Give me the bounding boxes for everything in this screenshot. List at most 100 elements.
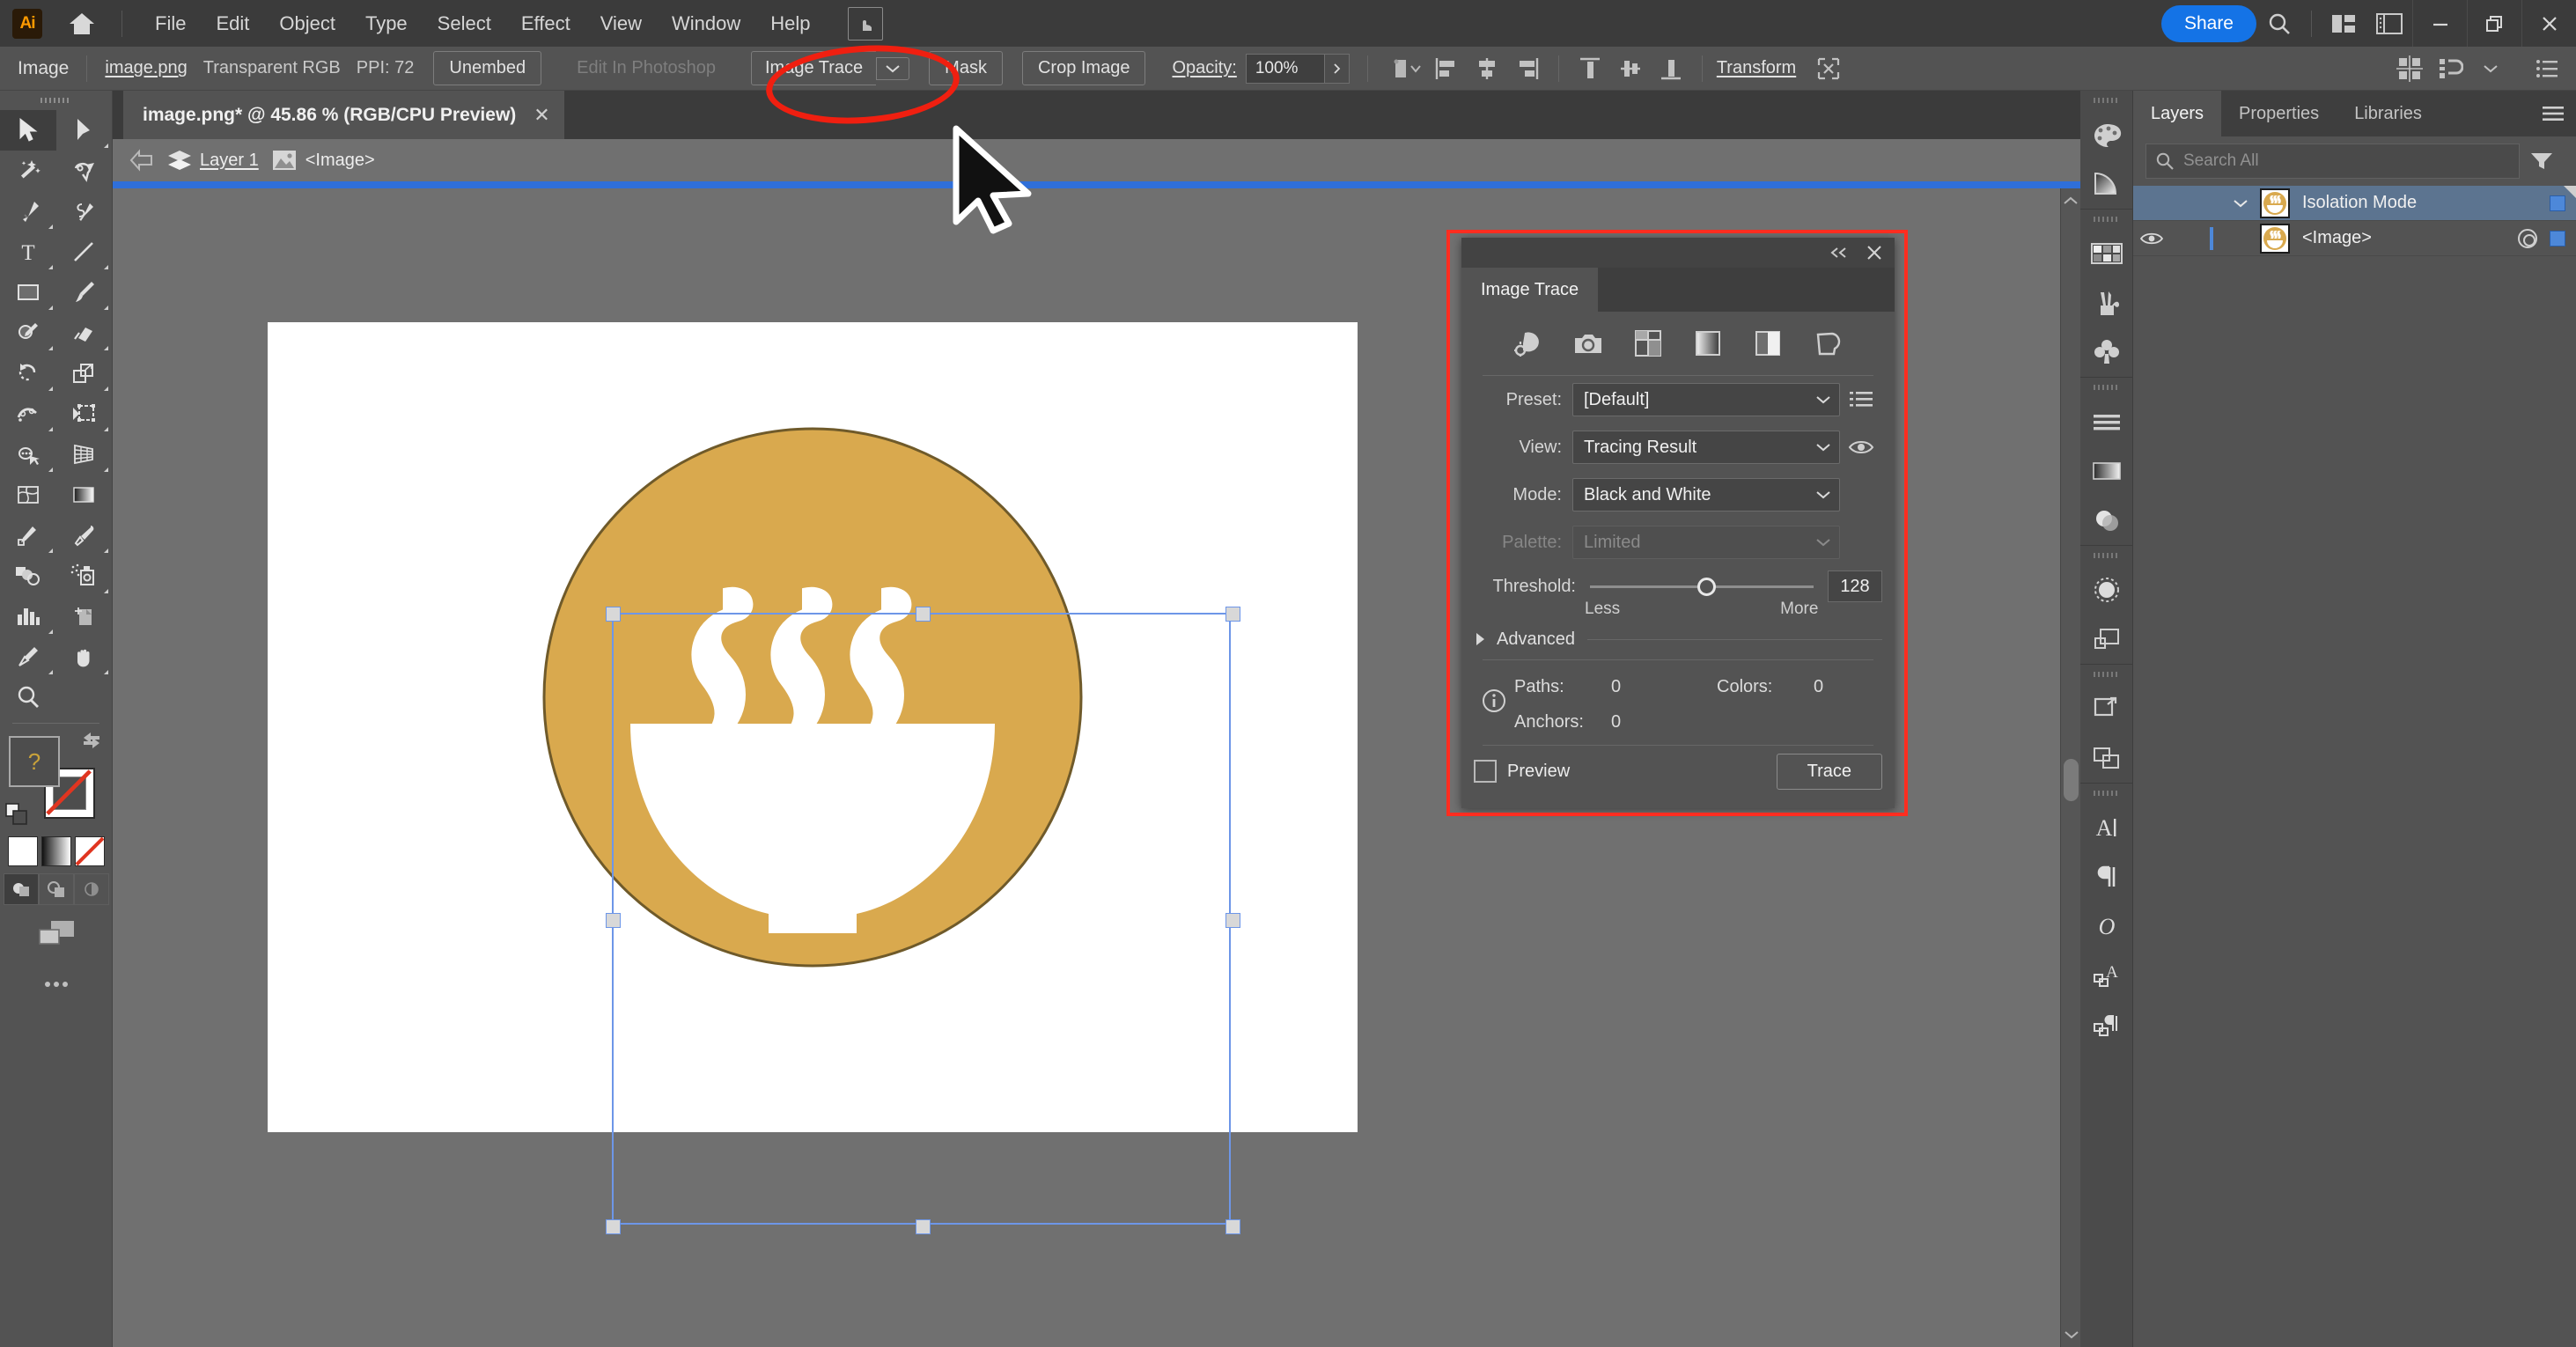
chevron-down-icon[interactable] (876, 56, 910, 80)
share-button[interactable]: Share (2160, 4, 2256, 42)
draw-behind-mode-icon[interactable] (38, 873, 74, 905)
blend-tool[interactable] (0, 515, 56, 556)
menu-select[interactable]: Select (423, 0, 506, 47)
color-swatch-button[interactable] (7, 836, 38, 866)
chevron-down-icon[interactable] (2221, 199, 2260, 208)
align-center-vertical-icon[interactable] (1610, 51, 1651, 86)
align-center-horizontal-icon[interactable] (1467, 51, 1507, 86)
search-input[interactable]: Search All (2145, 144, 2520, 179)
change-screen-mode-icon[interactable] (0, 917, 112, 949)
edit-toolbar-dots-icon[interactable] (0, 979, 112, 990)
color-guide-icon[interactable] (2080, 159, 2132, 209)
paragraph-styles-panel-icon[interactable] (2080, 1000, 2132, 1049)
menu-object[interactable]: Object (264, 0, 350, 47)
align-top-icon[interactable] (1570, 51, 1610, 86)
menu-edit[interactable]: Edit (201, 0, 264, 47)
rotate-tool[interactable] (0, 353, 56, 394)
close-icon[interactable] (2521, 0, 2576, 47)
align-right-icon[interactable] (1507, 51, 1548, 86)
layer-row-isolation-mode[interactable]: Isolation Mode (2133, 186, 2576, 221)
eraser-tool[interactable] (56, 313, 113, 353)
glyphs-panel-icon[interactable]: O (2080, 902, 2132, 951)
touch-workspace-icon[interactable] (848, 6, 884, 40)
filter-icon[interactable] (2520, 151, 2564, 171)
type-tool[interactable]: T (0, 232, 56, 272)
artboard-tool[interactable] (56, 596, 113, 637)
file-name-link[interactable]: image.png (105, 58, 187, 78)
snap-to-glyph-icon[interactable] (2430, 51, 2470, 86)
swatches-panel-icon[interactable] (2080, 229, 2132, 278)
align-bottom-icon[interactable] (1651, 51, 1691, 86)
fill-swatch[interactable]: ? (9, 736, 60, 787)
column-graph-tool[interactable] (0, 596, 56, 637)
selection-handle-bottom-center[interactable] (916, 1219, 931, 1234)
graphic-styles-panel-icon[interactable] (2080, 615, 2132, 664)
swap-fill-stroke-icon[interactable] (78, 729, 105, 754)
panel-grip-icon[interactable] (0, 91, 112, 110)
selection-handle-top-center[interactable] (916, 607, 931, 622)
target-indicator-icon[interactable] (2518, 228, 2537, 248)
panel-menu-icon[interactable] (2530, 91, 2576, 136)
chevron-down-icon[interactable] (2470, 51, 2511, 86)
dock-grip-icon[interactable] (2080, 91, 2132, 110)
tab-libraries[interactable]: Libraries (2337, 91, 2440, 136)
draw-normal-mode-icon[interactable] (3, 873, 39, 905)
menu-help[interactable]: Help (755, 0, 825, 47)
scroll-down-arrow-icon[interactable] (2061, 1322, 2081, 1347)
paintbrush-tool[interactable] (56, 272, 113, 313)
home-icon[interactable] (65, 7, 99, 40)
width-tool[interactable] (0, 394, 56, 434)
menu-view[interactable]: View (585, 0, 657, 47)
gradient-swatch-button[interactable] (40, 836, 71, 866)
chevron-right-icon[interactable] (1324, 53, 1350, 84)
selection-bounding-box[interactable] (606, 607, 1240, 1234)
more-options-icon[interactable] (2527, 51, 2567, 86)
arrange-documents-icon[interactable] (2321, 0, 2366, 47)
free-transform-tool[interactable] (56, 394, 113, 434)
menu-file[interactable]: File (140, 0, 201, 47)
exit-isolation-arrow-icon[interactable] (129, 149, 155, 172)
mask-button[interactable]: Mask (929, 51, 1003, 85)
canvas-vertical-scrollbar[interactable] (2060, 188, 2080, 1347)
selection-handle-top-right[interactable] (1225, 607, 1240, 622)
pathfinder-panel-icon[interactable] (2080, 733, 2132, 783)
dock-grip-icon[interactable] (2080, 546, 2132, 565)
lasso-tool[interactable] (56, 151, 113, 191)
recolor-artwork-icon[interactable] (1386, 51, 1426, 86)
symbols-panel-icon[interactable] (2080, 328, 2132, 377)
artboards-icon[interactable] (2389, 51, 2430, 86)
transform-panel-icon[interactable] (2080, 684, 2132, 733)
character-styles-panel-icon[interactable]: A (2080, 951, 2132, 1000)
shaper-tool[interactable] (0, 313, 56, 353)
image-trace-button[interactable]: Image Trace (751, 51, 877, 85)
shape-builder-tool[interactable] (0, 434, 56, 475)
selection-handle-bottom-left[interactable] (606, 1219, 621, 1234)
selection-handle-bottom-right[interactable] (1225, 1219, 1240, 1234)
breadcrumb-layer[interactable]: Layer 1 (167, 149, 259, 172)
scroll-up-arrow-icon[interactable] (2061, 188, 2080, 213)
hand-tool[interactable] (56, 637, 113, 677)
eyedropper-tool[interactable] (56, 515, 113, 556)
perspective-grid-tool[interactable] (56, 434, 113, 475)
menu-type[interactable]: Type (350, 0, 423, 47)
direct-selection-tool[interactable] (56, 110, 113, 151)
tab-layers[interactable]: Layers (2133, 91, 2222, 136)
search-icon[interactable] (2256, 0, 2302, 47)
rectangle-tool[interactable] (0, 272, 56, 313)
unembed-button[interactable]: Unembed (433, 51, 542, 85)
dock-grip-icon[interactable] (2080, 784, 2132, 803)
scrollbar-thumb[interactable] (2064, 759, 2079, 801)
mesh-tool[interactable] (0, 475, 56, 515)
selection-handle-top-left[interactable] (606, 607, 621, 622)
magic-wand-tool[interactable] (0, 151, 56, 191)
color-panel-icon[interactable] (2080, 110, 2132, 159)
opacity-input[interactable]: 100% (1245, 53, 1325, 84)
align-left-icon[interactable] (1426, 51, 1467, 86)
none-swatch-button[interactable] (74, 836, 105, 866)
draw-inside-mode-icon[interactable] (73, 873, 109, 905)
dock-grip-icon[interactable] (2080, 665, 2132, 684)
restore-icon[interactable] (2467, 0, 2521, 47)
curvature-tool[interactable] (56, 191, 113, 232)
eye-icon[interactable] (2133, 231, 2170, 247)
menu-effect[interactable]: Effect (506, 0, 585, 47)
